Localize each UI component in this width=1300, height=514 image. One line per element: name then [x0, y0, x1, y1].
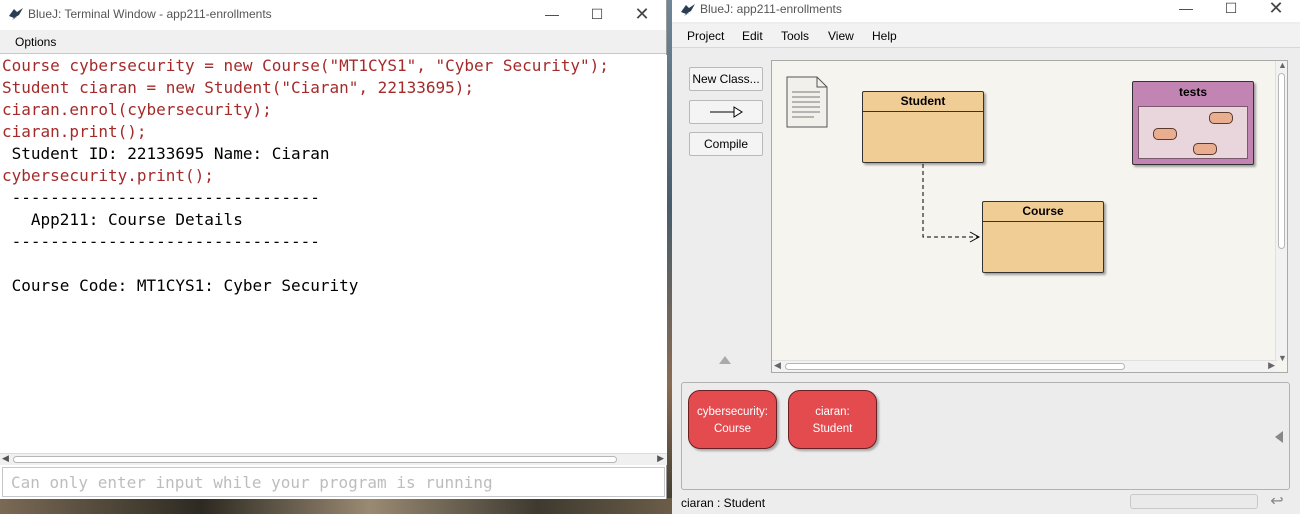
object-name: cybersecurity:: [697, 406, 768, 418]
maximize-button[interactable]: ☐: [1209, 0, 1253, 20]
object-bench[interactable]: cybersecurity: Course ciaran: Student: [681, 382, 1290, 490]
scroll-right-icon[interactable]: ▶: [1268, 360, 1275, 371]
canvas-vertical-scrollbar[interactable]: ▲ ▼: [1275, 60, 1287, 363]
terminal-title: BlueJ: Terminal Window - app211-enrollme…: [28, 7, 272, 21]
status-bar-text: ciaran : Student: [681, 496, 766, 510]
scrollbar-thumb[interactable]: [1278, 73, 1285, 249]
class-student-name: Student: [863, 92, 983, 112]
reset-machine-icon[interactable]: ↩: [1266, 491, 1288, 511]
close-button[interactable]: ✕: [1254, 0, 1298, 20]
menu-tools[interactable]: Tools: [781, 29, 809, 43]
terminal-horizontal-scrollbar[interactable]: ◀ ▶: [0, 453, 667, 465]
terminal-titlebar[interactable]: BlueJ: Terminal Window - app211-enrollme…: [0, 0, 666, 28]
terminal-output[interactable]: Course cybersecurity = new Course("MT1CY…: [0, 55, 667, 453]
minimize-button[interactable]: —: [1164, 0, 1208, 20]
scroll-left-icon[interactable]: ◀: [2, 453, 9, 464]
collapse-triangle-icon[interactable]: [1275, 431, 1283, 443]
mini-class-shape: [1153, 128, 1177, 140]
mini-class-shape: [1209, 112, 1233, 124]
mini-class-shape: [1193, 143, 1217, 155]
package-tests-name: tests: [1178, 85, 1207, 99]
terminal-input-field[interactable]: Can only enter input while your program …: [2, 467, 665, 497]
terminal-output-line: Student ID: 22133695 Name: Ciaran: [2, 144, 330, 163]
close-button[interactable]: ✕: [620, 2, 664, 26]
terminal-command-line: Course cybersecurity = new Course("MT1CY…: [2, 56, 609, 75]
terminal-output-line: --------------------------------: [2, 188, 320, 207]
show-panel-triangle-icon[interactable]: [719, 356, 731, 364]
terminal-command-line: Student ciaran = new Student("Ciaran", 2…: [2, 78, 475, 97]
canvas-horizontal-scrollbar[interactable]: ◀ ▶: [772, 360, 1277, 372]
class-course-name: Course: [983, 202, 1103, 222]
object-type: Student: [812, 423, 853, 435]
scroll-up-icon[interactable]: ▲: [1278, 60, 1287, 70]
bluej-menubar: Project Edit Tools View Help: [672, 24, 1300, 48]
menu-options[interactable]: Options: [15, 35, 56, 49]
menu-help[interactable]: Help: [872, 29, 897, 43]
class-diagram-canvas[interactable]: Student Course tests ▲ ▼ ◀ ▶: [771, 60, 1288, 373]
terminal-command-line: cybersecurity.print();: [2, 166, 214, 185]
menu-edit[interactable]: Edit: [742, 29, 763, 43]
machine-progress-bar: [1130, 494, 1258, 509]
object-type: Course: [713, 423, 752, 435]
menu-project[interactable]: Project: [687, 29, 724, 43]
package-tests-preview: [1138, 106, 1248, 159]
scroll-down-icon[interactable]: ▼: [1278, 353, 1287, 363]
terminal-window: BlueJ: Terminal Window - app211-enrollme…: [0, 0, 667, 499]
compile-button[interactable]: Compile: [689, 132, 763, 156]
menu-view[interactable]: View: [828, 29, 854, 43]
class-course[interactable]: Course: [982, 201, 1104, 273]
object-cybersecurity[interactable]: cybersecurity: Course: [688, 390, 777, 449]
terminal-command-line: ciaran.enrol(cybersecurity);: [2, 100, 272, 119]
desktop-background-bottom: [0, 498, 672, 514]
package-tests[interactable]: tests: [1132, 81, 1254, 165]
bluej-title: BlueJ: app211-enrollments: [700, 2, 842, 16]
new-class-button[interactable]: New Class...: [689, 67, 763, 91]
minimize-button[interactable]: —: [530, 2, 574, 26]
terminal-command-line: ciaran.print();: [2, 122, 147, 141]
bluej-bird-icon: [681, 4, 695, 16]
bluej-bird-icon: [9, 8, 23, 20]
scrollbar-thumb[interactable]: [785, 363, 1125, 370]
bluej-main-window: BlueJ: app211-enrollments — ☐ ✕ Project …: [672, 0, 1300, 514]
terminal-menubar: Options: [0, 30, 666, 54]
terminal-output-line: App211: Course Details: [2, 210, 243, 229]
bluej-titlebar[interactable]: BlueJ: app211-enrollments — ☐ ✕: [672, 0, 1300, 22]
new-inheritance-arrow-button[interactable]: [689, 100, 763, 124]
scroll-right-icon[interactable]: ▶: [657, 453, 664, 464]
terminal-output-line: --------------------------------: [2, 232, 320, 251]
class-student[interactable]: Student: [862, 91, 984, 163]
object-ciaran[interactable]: ciaran: Student: [788, 390, 877, 449]
scrollbar-thumb[interactable]: [13, 456, 617, 463]
terminal-output-line: Course Code: MT1CYS1: Cyber Security: [2, 276, 359, 295]
arrow-icon: [710, 106, 743, 118]
scroll-left-icon[interactable]: ◀: [774, 360, 781, 371]
object-name: ciaran:: [815, 406, 850, 418]
maximize-button[interactable]: ☐: [575, 2, 619, 26]
